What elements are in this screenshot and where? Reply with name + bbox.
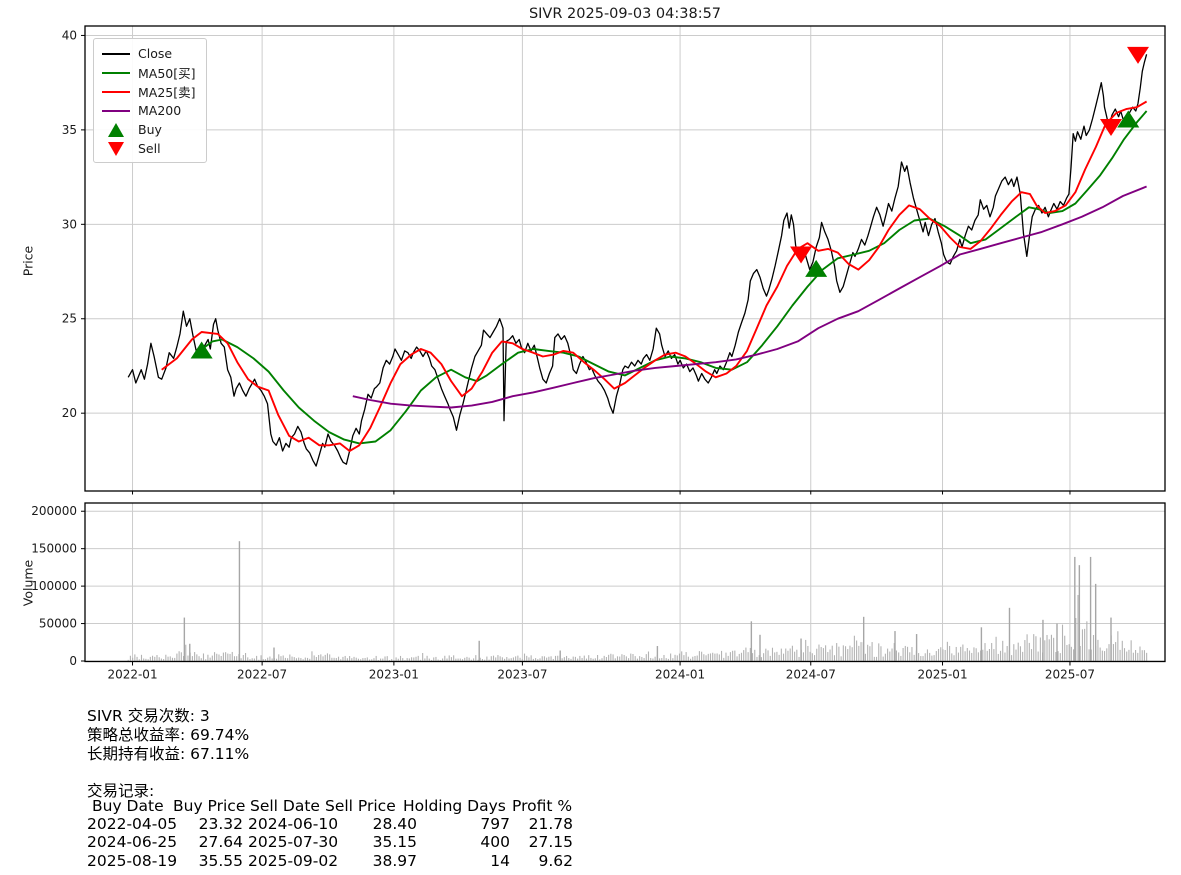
legend-item-ma50: MA50[买] bbox=[94, 63, 206, 82]
volume-tick-label: 150000 bbox=[31, 542, 77, 556]
swatch-shape bbox=[102, 52, 130, 55]
price-tick-label: 25 bbox=[62, 312, 77, 326]
x-tick-label: 2024-01 bbox=[655, 668, 705, 682]
volume-tick-label: 0 bbox=[69, 654, 77, 668]
trade-sell-date: 2025-09-02 bbox=[248, 851, 339, 870]
price-tick-label: 40 bbox=[62, 28, 77, 42]
trade-buy-date: 2025-08-19 bbox=[87, 851, 178, 870]
x-tick-label: 2025-07 bbox=[1045, 668, 1095, 682]
trade-sell-price: 28.40 bbox=[372, 815, 417, 833]
trades-header-buy-date: Buy Date bbox=[92, 797, 164, 815]
legend-line-swatch bbox=[102, 52, 130, 55]
price-axis-label: Price bbox=[20, 245, 36, 277]
trade-buy-price: 27.64 bbox=[198, 833, 243, 852]
trade-profit-pct: 27.15 bbox=[528, 833, 573, 852]
legend-label: Buy bbox=[138, 122, 162, 137]
hold-return-line: 长期持有收益: 67.11% bbox=[87, 745, 250, 763]
trade-profit-pct: 9.62 bbox=[538, 851, 573, 870]
trades-header-holding-days: Holding Days bbox=[403, 797, 506, 815]
legend-line-swatch bbox=[102, 71, 130, 74]
trade-buy-date: 2022-04-05 bbox=[87, 815, 178, 833]
legend-item-ma200: MA200 bbox=[94, 101, 206, 120]
legend-item-close: Close bbox=[94, 44, 206, 63]
close-line bbox=[127, 54, 1148, 467]
legend-label: MA25[卖] bbox=[138, 85, 196, 100]
trade-holding-days: 797 bbox=[480, 815, 510, 833]
swatch-shape bbox=[102, 109, 130, 112]
legend-line-swatch bbox=[102, 90, 130, 93]
volume-plot-border bbox=[84, 502, 1166, 663]
volume-tick-label: 50000 bbox=[39, 617, 77, 631]
x-tick-label: 2025-01 bbox=[917, 668, 967, 682]
legend-line-swatch bbox=[102, 109, 130, 112]
legend-item-sell: Sell bbox=[94, 139, 206, 158]
swatch-shape bbox=[108, 122, 124, 137]
trade-sell-date: 2025-07-30 bbox=[248, 833, 339, 852]
swatch-shape bbox=[108, 141, 124, 156]
x-tick-label: 2022-07 bbox=[237, 668, 287, 682]
chart-title: SIVR 2025-09-03 04:38:57 bbox=[528, 6, 722, 22]
x-tick-label: 2023-07 bbox=[497, 668, 547, 682]
legend-label: Close bbox=[138, 46, 173, 61]
legend-label: MA200 bbox=[138, 103, 182, 118]
trades-header-buy-price: Buy Price bbox=[173, 797, 246, 815]
price-tick-label: 20 bbox=[62, 406, 77, 420]
figure: SIVR 2025-09-03 04:38:57 2022-01 2022-07 2… bbox=[0, 0, 1181, 875]
trades-header-profit-: Profit % bbox=[512, 797, 573, 815]
legend-label: MA50[买] bbox=[138, 66, 196, 81]
trade-holding-days: 14 bbox=[490, 851, 510, 870]
trades-header-sell-price: Sell Price bbox=[325, 797, 396, 815]
price-tick-label: 30 bbox=[62, 217, 77, 231]
trade-sell-price: 35.15 bbox=[372, 833, 417, 852]
trade-buy-date: 2024-06-25 bbox=[87, 833, 178, 852]
trades-header-sell-date: Sell Date bbox=[250, 797, 320, 815]
legend-item-ma25: MA25[卖] bbox=[94, 82, 206, 101]
legend-label: Sell bbox=[138, 141, 161, 156]
volume-axis-label: Volume bbox=[20, 559, 36, 607]
sell-triangle-icon bbox=[102, 141, 130, 156]
x-tick-label: 2023-01 bbox=[369, 668, 419, 682]
trade-buy-price: 23.32 bbox=[198, 815, 243, 833]
x-tick-label: 2022-01 bbox=[107, 668, 157, 682]
x-tick-label: 2024-07 bbox=[786, 668, 836, 682]
trade-sell-price: 38.97 bbox=[372, 851, 417, 870]
ma25-line bbox=[161, 100, 1148, 452]
price-plot-border bbox=[84, 25, 1166, 492]
swatch-shape bbox=[102, 71, 130, 74]
ma200-line bbox=[352, 185, 1147, 409]
trade-buy-price: 35.55 bbox=[198, 851, 243, 870]
legend-item-buy: Buy bbox=[94, 120, 206, 139]
volume-tick-label: 200000 bbox=[31, 504, 77, 518]
trade-holding-days: 400 bbox=[480, 833, 510, 852]
ma50-line bbox=[196, 110, 1148, 445]
trade-profit-pct: 21.78 bbox=[528, 815, 573, 833]
trade-sell-date: 2024-06-10 bbox=[248, 815, 339, 833]
swatch-shape bbox=[102, 90, 130, 93]
legend: Close MA50[买] MA25[卖] MA200 Buy Sell bbox=[93, 38, 207, 163]
buy-triangle-icon bbox=[102, 122, 130, 137]
price-tick-label: 35 bbox=[62, 123, 77, 137]
volume-tick-label: 100000 bbox=[31, 579, 77, 593]
